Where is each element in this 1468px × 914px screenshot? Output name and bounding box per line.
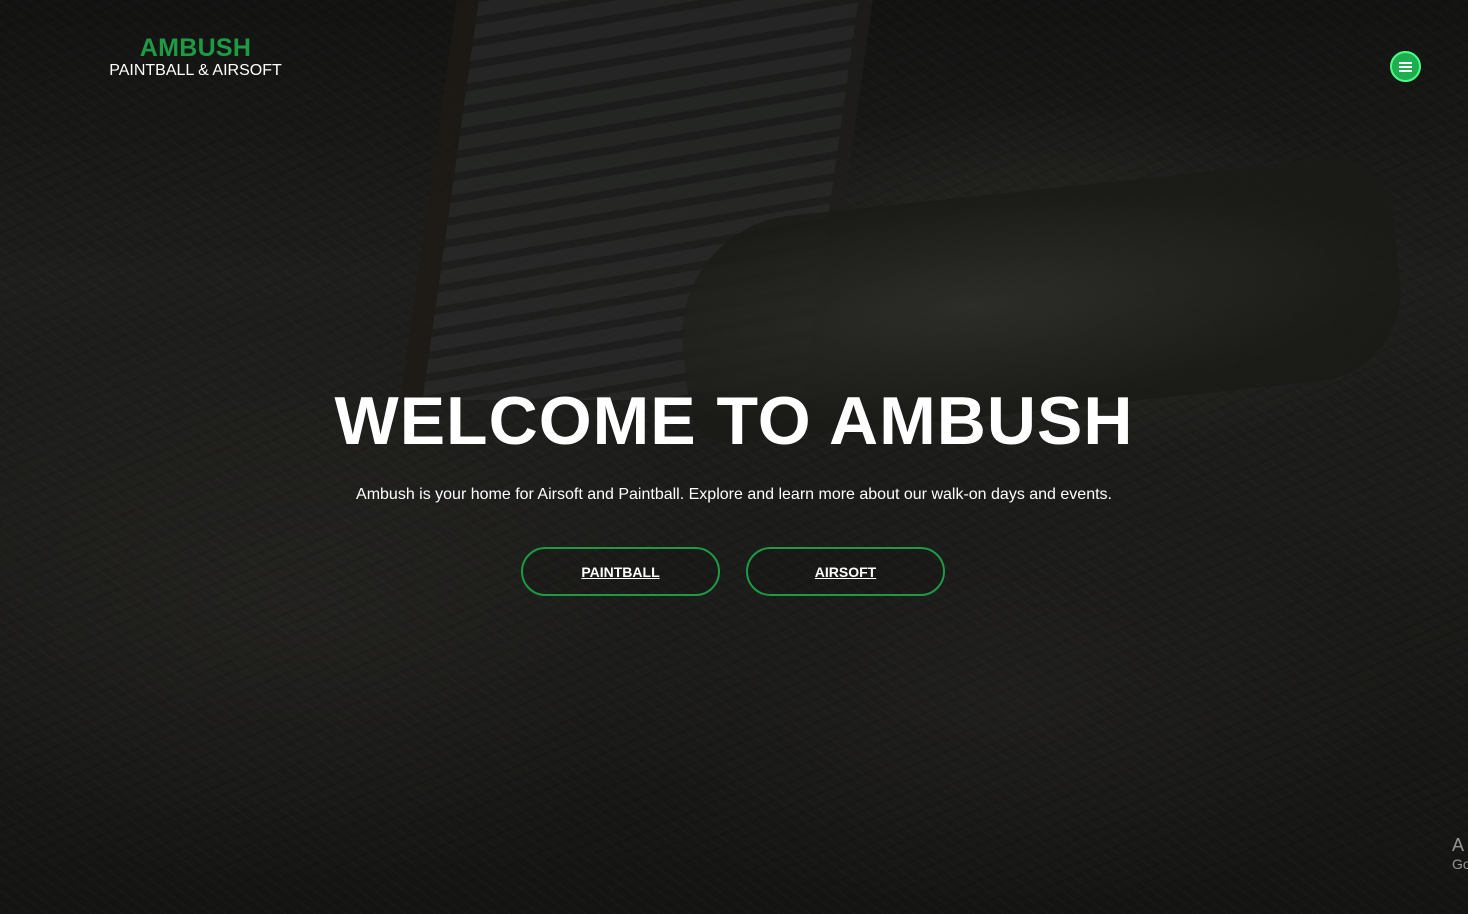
brand-name: AMBUSH: [139, 34, 252, 62]
corner-overlay-line1: A: [1452, 835, 1465, 855]
menu-toggle-button[interactable]: [1390, 51, 1421, 82]
hero-title: WELCOME TO AMBUSH: [334, 383, 1134, 459]
hamburger-menu-icon: [1399, 62, 1412, 72]
corner-overlay-text: A Go: [1452, 835, 1468, 873]
brand-tagline: PAINTBALL & AIRSOFT: [109, 62, 282, 79]
hero-subtitle: Ambush is your home for Airsoft and Pain…: [356, 486, 1112, 503]
hero-section: AMBUSH PAINTBALL & AIRSOFT WELCOME TO AM…: [0, 0, 1468, 914]
paintball-button[interactable]: PAINTBALL: [521, 547, 720, 596]
brand-logo[interactable]: AMBUSH PAINTBALL & AIRSOFT: [108, 34, 283, 80]
airsoft-button[interactable]: AIRSOFT: [746, 547, 945, 596]
corner-overlay-line2: Go: [1452, 856, 1468, 872]
